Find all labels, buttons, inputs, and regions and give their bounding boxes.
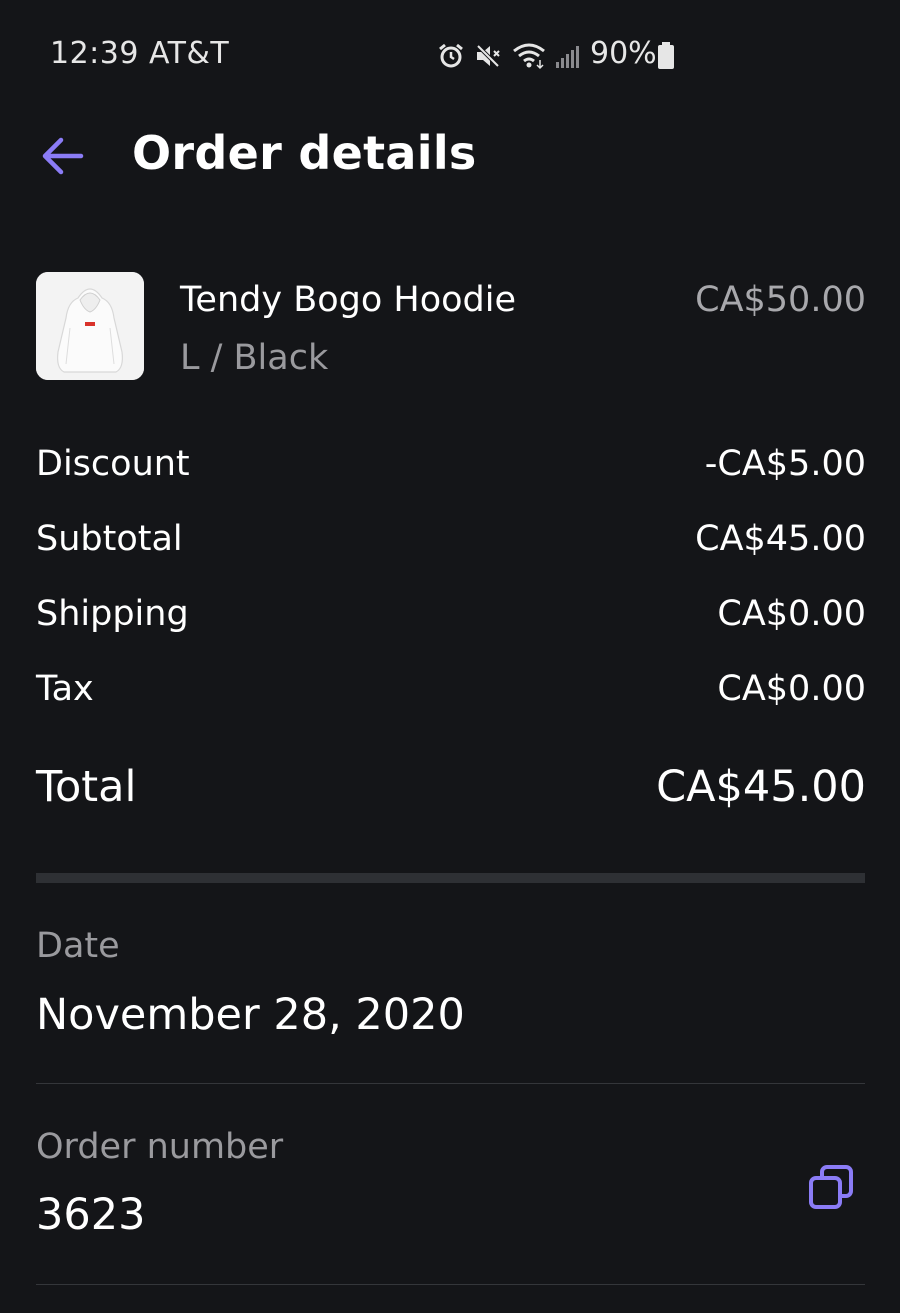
shipping-row: Shipping CA$0.00 xyxy=(36,594,866,669)
date-label: Date xyxy=(36,926,120,966)
order-number-value: 3623 xyxy=(36,1190,146,1240)
product-variant: L / Black xyxy=(180,338,329,378)
tax-value: CA$0.00 xyxy=(717,669,866,709)
mute-icon xyxy=(476,44,500,68)
status-time-carrier: 12:39 AT&T xyxy=(50,36,230,71)
battery-percentage: 90% xyxy=(590,36,657,71)
date-value: November 28, 2020 xyxy=(36,990,465,1040)
signal-icon xyxy=(556,46,579,68)
status-bar: 12:39 AT&T 90% xyxy=(0,0,900,112)
subtotal-label: Subtotal xyxy=(36,519,183,559)
total-label: Total xyxy=(36,762,137,812)
total-row: Total CA$45.00 xyxy=(36,762,866,822)
divider xyxy=(36,1083,865,1084)
total-value: CA$45.00 xyxy=(656,762,866,812)
product-name: Tendy Bogo Hoodie xyxy=(180,280,517,320)
subtotal-row: Subtotal CA$45.00 xyxy=(36,519,866,594)
product-price: CA$50.00 xyxy=(695,280,866,320)
shipping-value: CA$0.00 xyxy=(717,594,866,634)
tax-label: Tax xyxy=(36,669,94,709)
subtotal-value: CA$45.00 xyxy=(695,519,866,559)
discount-label: Discount xyxy=(36,444,190,484)
copy-order-number-button[interactable] xyxy=(804,1160,858,1214)
back-button[interactable] xyxy=(34,128,90,184)
battery-icon xyxy=(658,42,674,69)
copy-icon xyxy=(809,1165,853,1209)
wifi-icon xyxy=(513,43,545,70)
discount-value: -CA$5.00 xyxy=(704,444,866,484)
page-title: Order details xyxy=(132,126,477,180)
divider xyxy=(36,1284,865,1285)
hoodie-image xyxy=(36,272,144,380)
tax-row: Tax CA$0.00 xyxy=(36,669,866,744)
section-divider xyxy=(36,873,865,883)
alarm-icon xyxy=(439,43,463,68)
discount-row: Discount -CA$5.00 xyxy=(36,444,866,519)
product-line-item: Tendy Bogo Hoodie L / Black CA$50.00 xyxy=(36,270,866,382)
order-number-label: Order number xyxy=(36,1127,284,1167)
shipping-label: Shipping xyxy=(36,594,189,634)
header: Order details xyxy=(0,112,900,202)
arrow-left-icon xyxy=(42,137,84,175)
price-summary: Discount -CA$5.00 Subtotal CA$45.00 Ship… xyxy=(36,444,866,744)
